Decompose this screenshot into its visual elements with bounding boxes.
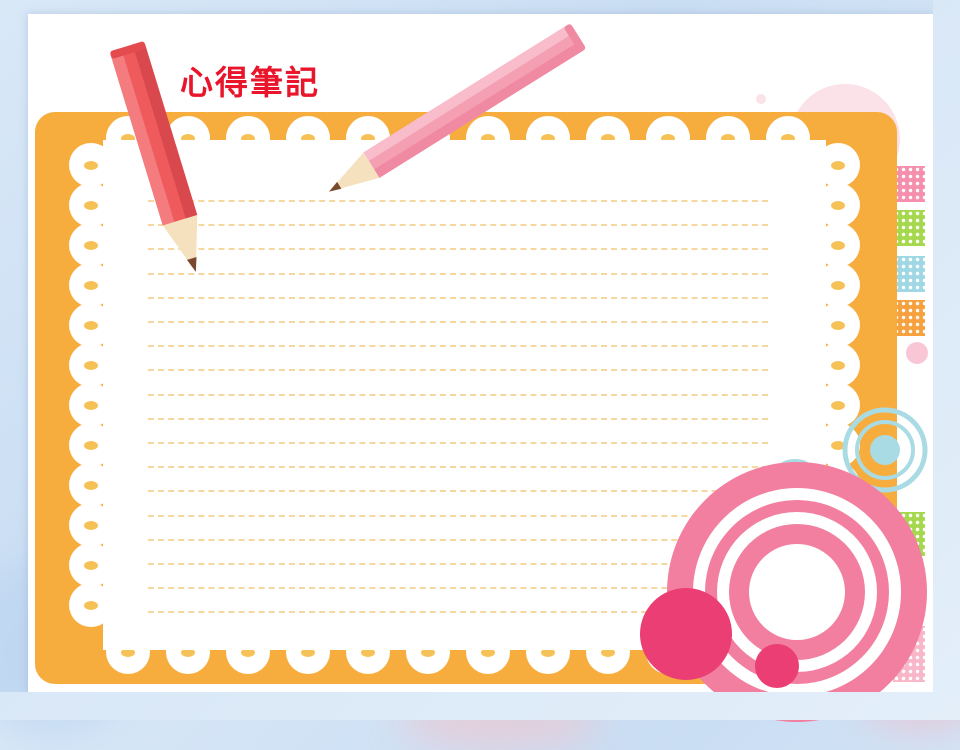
lace-petal xyxy=(84,481,98,490)
ruled-line xyxy=(148,272,768,275)
ruled-line xyxy=(148,417,768,420)
ruled-line xyxy=(148,345,768,348)
blue-dotted-tab xyxy=(893,256,925,292)
lace-petal xyxy=(831,281,845,290)
lace-petal xyxy=(84,281,98,290)
lace-petal xyxy=(831,201,845,210)
lace-petal xyxy=(84,601,98,610)
ruled-line xyxy=(148,514,768,517)
ruled-line xyxy=(148,200,768,202)
orange-dotted-tab xyxy=(893,300,925,336)
green-dotted-tab xyxy=(893,210,925,246)
ruled-line xyxy=(148,224,768,227)
lace-petal xyxy=(831,241,845,250)
ruled-line xyxy=(148,538,768,541)
lace-petal xyxy=(84,441,98,450)
slide-right-mask xyxy=(933,0,960,720)
slide-bottom-mask xyxy=(0,692,960,720)
lace-petal xyxy=(831,321,845,330)
ruled-line xyxy=(148,442,768,444)
lace-petal xyxy=(84,241,98,250)
pink-dot-tab xyxy=(906,342,928,364)
ruled-line xyxy=(148,248,768,251)
ruled-line xyxy=(148,321,768,323)
page-title: 心得筆記 xyxy=(180,63,320,102)
lace-petal xyxy=(84,361,98,370)
ruled-line xyxy=(148,393,768,396)
ruled-line xyxy=(148,369,768,372)
ruled-line xyxy=(148,296,768,299)
ruled-line xyxy=(148,466,768,469)
lace-petal xyxy=(84,161,98,170)
lace-petal xyxy=(84,401,98,410)
lace-petal xyxy=(84,521,98,530)
lace-petal xyxy=(831,161,845,170)
pale-pink-dot xyxy=(756,94,766,104)
lace-petal xyxy=(831,361,845,370)
lace-petal xyxy=(84,321,98,330)
lace-petal xyxy=(84,561,98,570)
ruled-line xyxy=(148,490,768,493)
lace-petal xyxy=(831,401,845,410)
lace-petal xyxy=(84,201,98,210)
pink-dotted-tab xyxy=(893,166,925,202)
pink-concentric-circles xyxy=(640,462,927,722)
